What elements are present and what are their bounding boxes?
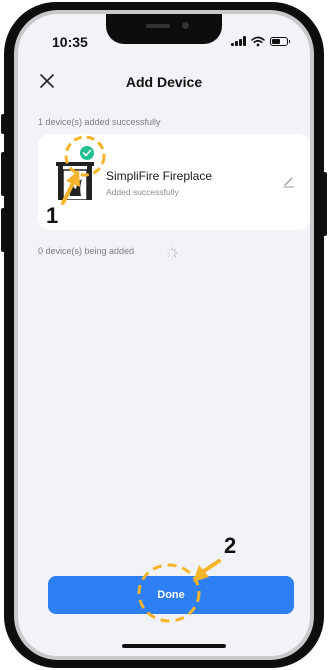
device-status: Added successfully xyxy=(106,187,179,197)
battery-icon xyxy=(270,36,290,46)
speaker-grille xyxy=(146,24,170,28)
app-screen: 10:35 Add Device 1 device(s) added succe… xyxy=(18,14,310,656)
power-button xyxy=(323,172,327,236)
done-button[interactable]: Done xyxy=(48,576,294,614)
wifi-icon xyxy=(251,36,265,46)
volume-up-button xyxy=(1,152,5,196)
home-indicator[interactable] xyxy=(122,644,226,648)
notch xyxy=(106,14,222,44)
phone-frame: 10:35 Add Device 1 device(s) added succe… xyxy=(1,2,327,668)
added-count-label: 1 device(s) added successfully xyxy=(38,117,161,127)
pencil-icon[interactable] xyxy=(282,174,296,188)
status-icons xyxy=(231,34,290,48)
volume-down-button xyxy=(1,208,5,252)
fireplace-icon xyxy=(56,162,94,200)
mute-switch xyxy=(1,114,5,134)
adding-count-label: 0 device(s) being added xyxy=(38,246,135,256)
cellular-signal-icon xyxy=(231,36,246,46)
step-number-1: 1 xyxy=(46,203,59,228)
device-card[interactable]: SimpliFire Fireplace Added successfully xyxy=(38,134,310,230)
step-number-2: 2 xyxy=(224,533,237,558)
front-camera xyxy=(182,22,189,29)
page-title: Add Device xyxy=(125,74,203,90)
status-time: 10:35 xyxy=(52,34,88,50)
phone-rim: 10:35 Add Device 1 device(s) added succe… xyxy=(14,10,314,660)
device-name: SimpliFire Fireplace xyxy=(106,169,213,183)
loading-spinner-icon xyxy=(166,247,178,259)
